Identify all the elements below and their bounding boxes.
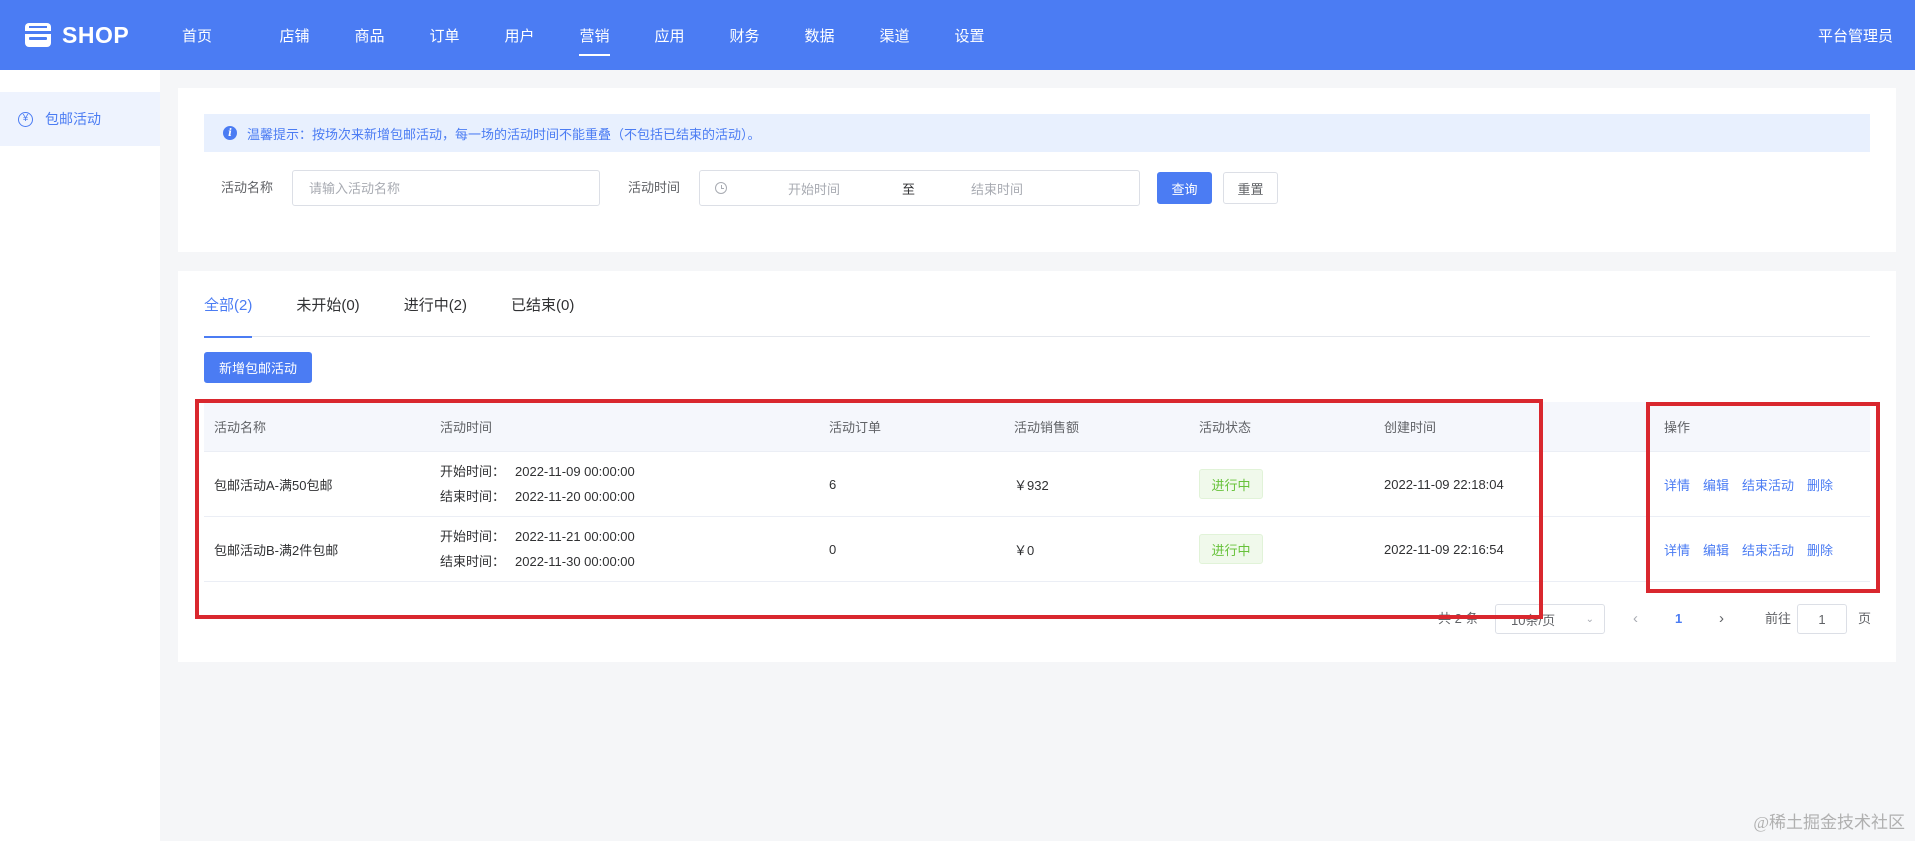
watermark: @稀土掘金技术社区: [1753, 813, 1905, 832]
main-nav: 首页 店铺 商品 订单 用户 营销 应用 财务 数据 渠道 设置: [182, 0, 1007, 70]
tab-in-progress[interactable]: 进行中(2): [404, 271, 467, 337]
nav-item-user[interactable]: 用户: [482, 0, 557, 70]
tip-banner: i 温馨提示：按场次来新增包邮活动，每一场的活动时间不能重叠（不包括已结束的活动…: [204, 114, 1870, 152]
chevron-down-icon: ⌄: [1585, 614, 1594, 625]
sidebar: ¥ 包邮活动: [0, 70, 160, 841]
admin-menu[interactable]: 平台管理员: [1818, 0, 1893, 70]
activity-name-input[interactable]: [293, 171, 599, 205]
logo-text: SHOP: [62, 21, 130, 48]
activity-name-label: 活动名称: [221, 180, 274, 195]
nav-item-product[interactable]: 商品: [332, 0, 407, 70]
tab-ended[interactable]: 已结束(0): [511, 271, 574, 337]
sidebar-item-label: 包邮活动: [45, 111, 101, 127]
nav-item-order[interactable]: 订单: [407, 0, 482, 70]
nav-item-settings[interactable]: 设置: [932, 0, 1007, 70]
filter-card: i 温馨提示：按场次来新增包邮活动，每一场的活动时间不能重叠（不包括已结束的活动…: [178, 88, 1896, 252]
date-range-picker[interactable]: 开始时间 至 结束时间: [699, 170, 1140, 206]
start-time-input[interactable]: 开始时间: [788, 179, 840, 198]
annotation-box-actions-column: [1646, 402, 1880, 593]
page-suffix: 页: [1858, 611, 1872, 626]
end-time-input[interactable]: 结束时间: [971, 179, 1023, 198]
nav-item-channel[interactable]: 渠道: [857, 0, 932, 70]
nav-item-marketing[interactable]: 营销: [557, 0, 632, 70]
nav-item-apps[interactable]: 应用: [632, 0, 707, 70]
nav-item-data[interactable]: 数据: [782, 0, 857, 70]
tab-not-started[interactable]: 未开始(0): [296, 271, 359, 337]
annotation-box-data-columns: [195, 399, 1543, 619]
range-separator: 至: [902, 181, 916, 197]
nav-item-home[interactable]: 首页: [182, 0, 257, 70]
activity-name-field[interactable]: [292, 170, 600, 206]
nav-item-store[interactable]: 店铺: [257, 0, 332, 70]
tab-all[interactable]: 全部(2): [204, 271, 253, 338]
page-number-current[interactable]: 1: [1675, 603, 1682, 635]
sidebar-item-free-shipping[interactable]: ¥ 包邮活动: [0, 92, 160, 146]
status-tabs: 全部(2) 未开始(0) 进行中(2) 已结束(0): [204, 271, 1870, 338]
nav-item-finance[interactable]: 财务: [707, 0, 782, 70]
clock-icon: [715, 182, 727, 194]
logo[interactable]: SHOP: [24, 22, 182, 49]
next-page-button[interactable]: ›: [1719, 603, 1724, 635]
yen-circle-icon: ¥: [18, 111, 33, 127]
query-button[interactable]: 查询: [1157, 172, 1212, 204]
shop-icon: [25, 23, 51, 47]
add-activity-button[interactable]: 新增包邮活动: [204, 352, 312, 383]
prev-page-button[interactable]: ‹: [1633, 603, 1638, 635]
tip-text: 温馨提示：按场次来新增包邮活动，每一场的活动时间不能重叠（不包括已结束的活动）。: [247, 126, 761, 142]
goto-label: 前往: [1765, 611, 1792, 626]
reset-button[interactable]: 重置: [1223, 172, 1278, 204]
top-navbar: SHOP 首页 店铺 商品 订单 用户 营销 应用 财务 数据 渠道 设置 平台…: [0, 0, 1915, 70]
activity-time-label: 活动时间: [628, 180, 681, 195]
info-icon: i: [223, 126, 237, 140]
goto-page-input[interactable]: 1: [1797, 604, 1847, 634]
